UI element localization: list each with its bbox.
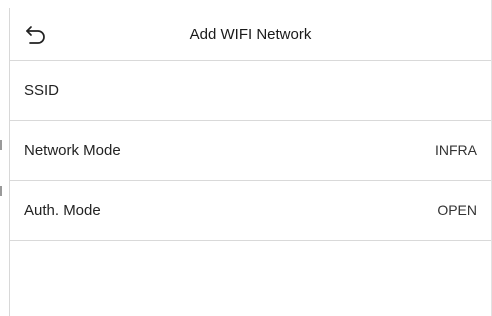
add-wifi-network-screen: Add WIFI Network SSID Network Mode INFRA… xyxy=(0,0,492,316)
ssid-row[interactable]: SSID xyxy=(10,61,491,121)
header-bar: Add WIFI Network xyxy=(10,9,491,61)
network-mode-row[interactable]: Network Mode INFRA xyxy=(10,121,491,181)
auth-mode-label: Auth. Mode xyxy=(24,202,101,219)
page-title: Add WIFI Network xyxy=(189,26,312,43)
top-edge xyxy=(0,0,492,8)
left-edge-mark xyxy=(0,140,2,150)
network-mode-value: INFRA xyxy=(435,142,477,158)
ssid-label: SSID xyxy=(24,82,60,99)
network-mode-label: Network Mode xyxy=(24,142,121,159)
settings-list: SSID Network Mode INFRA Auth. Mode OPEN xyxy=(10,61,491,241)
auth-mode-row[interactable]: Auth. Mode OPEN xyxy=(10,181,491,241)
auth-mode-value: OPEN xyxy=(437,202,477,218)
left-edge-mark xyxy=(0,186,2,196)
